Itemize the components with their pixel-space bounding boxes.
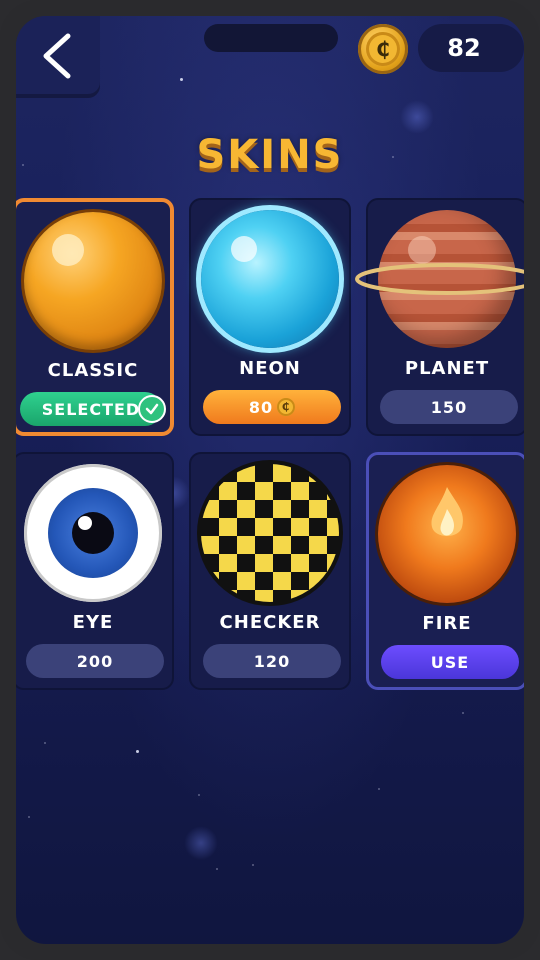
star-glow [184,826,218,860]
star-glow [400,100,434,134]
camera-notch [204,24,338,52]
coin-icon: ₵ [358,24,408,74]
eye-ball-icon [24,464,162,602]
coin-symbol: ₵ [366,32,400,66]
skin-card-fire[interactable]: FIRE USE [366,452,524,690]
page-title: SKINS [196,132,344,178]
classic-ball-icon [24,212,162,350]
price-label: 150 [430,397,468,417]
buy-button[interactable]: 80 ₵ [203,390,341,424]
neon-ball-icon [201,210,339,348]
coin-count: 82 [447,34,481,62]
use-button[interactable]: USE [381,645,519,679]
skin-name: FIRE [422,613,472,634]
star [180,78,183,81]
fire-ball-icon [378,465,516,603]
star [462,712,464,714]
price-label: 80 [248,397,274,417]
price-label: 120 [253,651,291,671]
buy-button[interactable]: 120 [203,644,341,678]
skin-card-neon[interactable]: NEON 80 ₵ [189,198,351,436]
star [198,794,200,796]
skin-name: CLASSIC [47,360,139,381]
skin-card-checker[interactable]: CHECKER 120 [189,452,351,690]
skin-card-planet[interactable]: PLANET 150 [355,198,524,436]
selected-label: SELECTED [41,399,141,419]
phone-frame: ₵ 82 SKINS CLASSIC SELECTED NEON 80 ₵ PL… [0,0,540,960]
coin-balance: 82 [418,24,524,72]
chevron-left-icon [43,33,71,79]
skin-name: NEON [239,358,301,379]
star [136,750,139,753]
skin-card-eye[interactable]: EYE 200 [16,452,174,690]
star [378,788,380,790]
planet-ring-icon [355,263,524,295]
game-screen: ₵ 82 SKINS CLASSIC SELECTED NEON 80 ₵ PL… [16,16,524,944]
flame-icon [431,487,463,536]
checker-ball-icon [201,464,339,602]
buy-button[interactable]: 200 [26,644,164,678]
star [216,868,218,870]
skin-name: EYE [72,612,114,633]
skin-card-classic[interactable]: CLASSIC SELECTED [16,198,174,436]
checkmark-icon [138,395,166,423]
star [44,742,46,744]
buy-button[interactable]: 150 [380,390,518,424]
price-label: 200 [76,651,114,671]
back-button[interactable] [16,16,100,98]
star [252,864,254,866]
skin-name: CHECKER [219,612,321,633]
selected-badge: SELECTED [20,392,166,426]
skin-name: PLANET [404,358,490,379]
coin-icon: ₵ [277,398,296,416]
use-label: USE [430,652,470,672]
star [28,816,30,818]
